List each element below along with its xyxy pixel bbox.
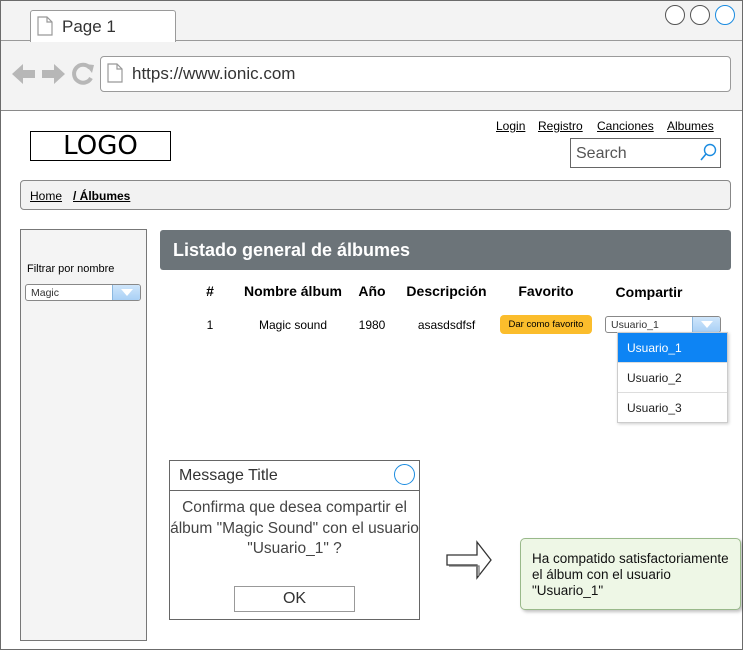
window-minimize-button[interactable]: [665, 5, 685, 25]
breadcrumb-home-link[interactable]: Home: [30, 189, 62, 203]
page-icon: [37, 16, 53, 36]
dialog-message: Confirma que desea compartir el álbum "M…: [170, 499, 419, 557]
dialog-title: Message Title: [179, 467, 278, 484]
forward-arrow-icon[interactable]: [40, 63, 66, 85]
dropdown-option-usuario-3[interactable]: Usuario_3: [618, 393, 727, 423]
column-header-year: Año: [358, 283, 386, 299]
success-message: Ha compatido satisfactoriamente el álbum…: [532, 551, 729, 598]
reload-icon[interactable]: [70, 61, 96, 87]
nav-login-link[interactable]: Login: [496, 119, 525, 133]
column-header-share: Compartir: [615, 284, 683, 300]
filter-label: Filtrar por nombre: [27, 263, 115, 275]
row-album-name: Magic sound: [258, 318, 328, 332]
row-year: 1980: [358, 318, 386, 332]
chevron-down-icon: [701, 321, 713, 328]
share-dropdown-button[interactable]: [692, 317, 720, 332]
dropdown-option-usuario-1[interactable]: Usuario_1: [618, 333, 727, 363]
filter-name-select[interactable]: Magic: [25, 284, 141, 301]
row-description: asasdsdfsf: [417, 318, 476, 332]
filter-dropdown-button[interactable]: [112, 285, 140, 300]
chevron-down-icon: [121, 289, 133, 296]
ok-button[interactable]: OK: [234, 586, 355, 612]
flow-arrow-icon: [446, 540, 492, 580]
dialog-divider: [170, 490, 419, 491]
search-icon[interactable]: [699, 143, 717, 163]
window-close-button[interactable]: [715, 5, 735, 25]
site-logo[interactable]: LOGO: [30, 131, 171, 161]
column-header-favorite: Favorito: [518, 283, 574, 299]
column-header-description: Descripción: [406, 283, 487, 299]
share-user-select[interactable]: Usuario_1: [605, 316, 721, 333]
dropdown-option-usuario-2[interactable]: Usuario_2: [618, 363, 727, 393]
filter-value: Magic: [31, 287, 60, 299]
window-maximize-button[interactable]: [690, 5, 710, 25]
favorite-button[interactable]: Dar como favorito: [500, 315, 592, 334]
breadcrumb-current[interactable]: / Álbumes: [73, 189, 130, 203]
share-user-dropdown: Usuario_1 Usuario_2 Usuario_3: [617, 332, 728, 423]
row-number: 1: [206, 318, 214, 332]
nav-registro-link[interactable]: Registro: [538, 119, 583, 133]
back-arrow-icon[interactable]: [11, 63, 37, 85]
page-icon: [107, 63, 123, 83]
search-placeholder: Search: [576, 145, 627, 162]
url-text[interactable]: https://www.ionic.com: [132, 64, 295, 84]
column-header-album-name: Nombre álbum: [243, 283, 342, 299]
page-title: Listado general de álbumes: [173, 240, 411, 260]
share-user-value: Usuario_1: [611, 319, 659, 331]
column-header-number: #: [206, 283, 214, 299]
dialog-close-icon[interactable]: [394, 464, 415, 485]
nav-canciones-link[interactable]: Canciones: [597, 119, 654, 133]
tab-title: Page 1: [62, 17, 116, 36]
nav-albumes-link[interactable]: Albumes: [667, 119, 714, 133]
